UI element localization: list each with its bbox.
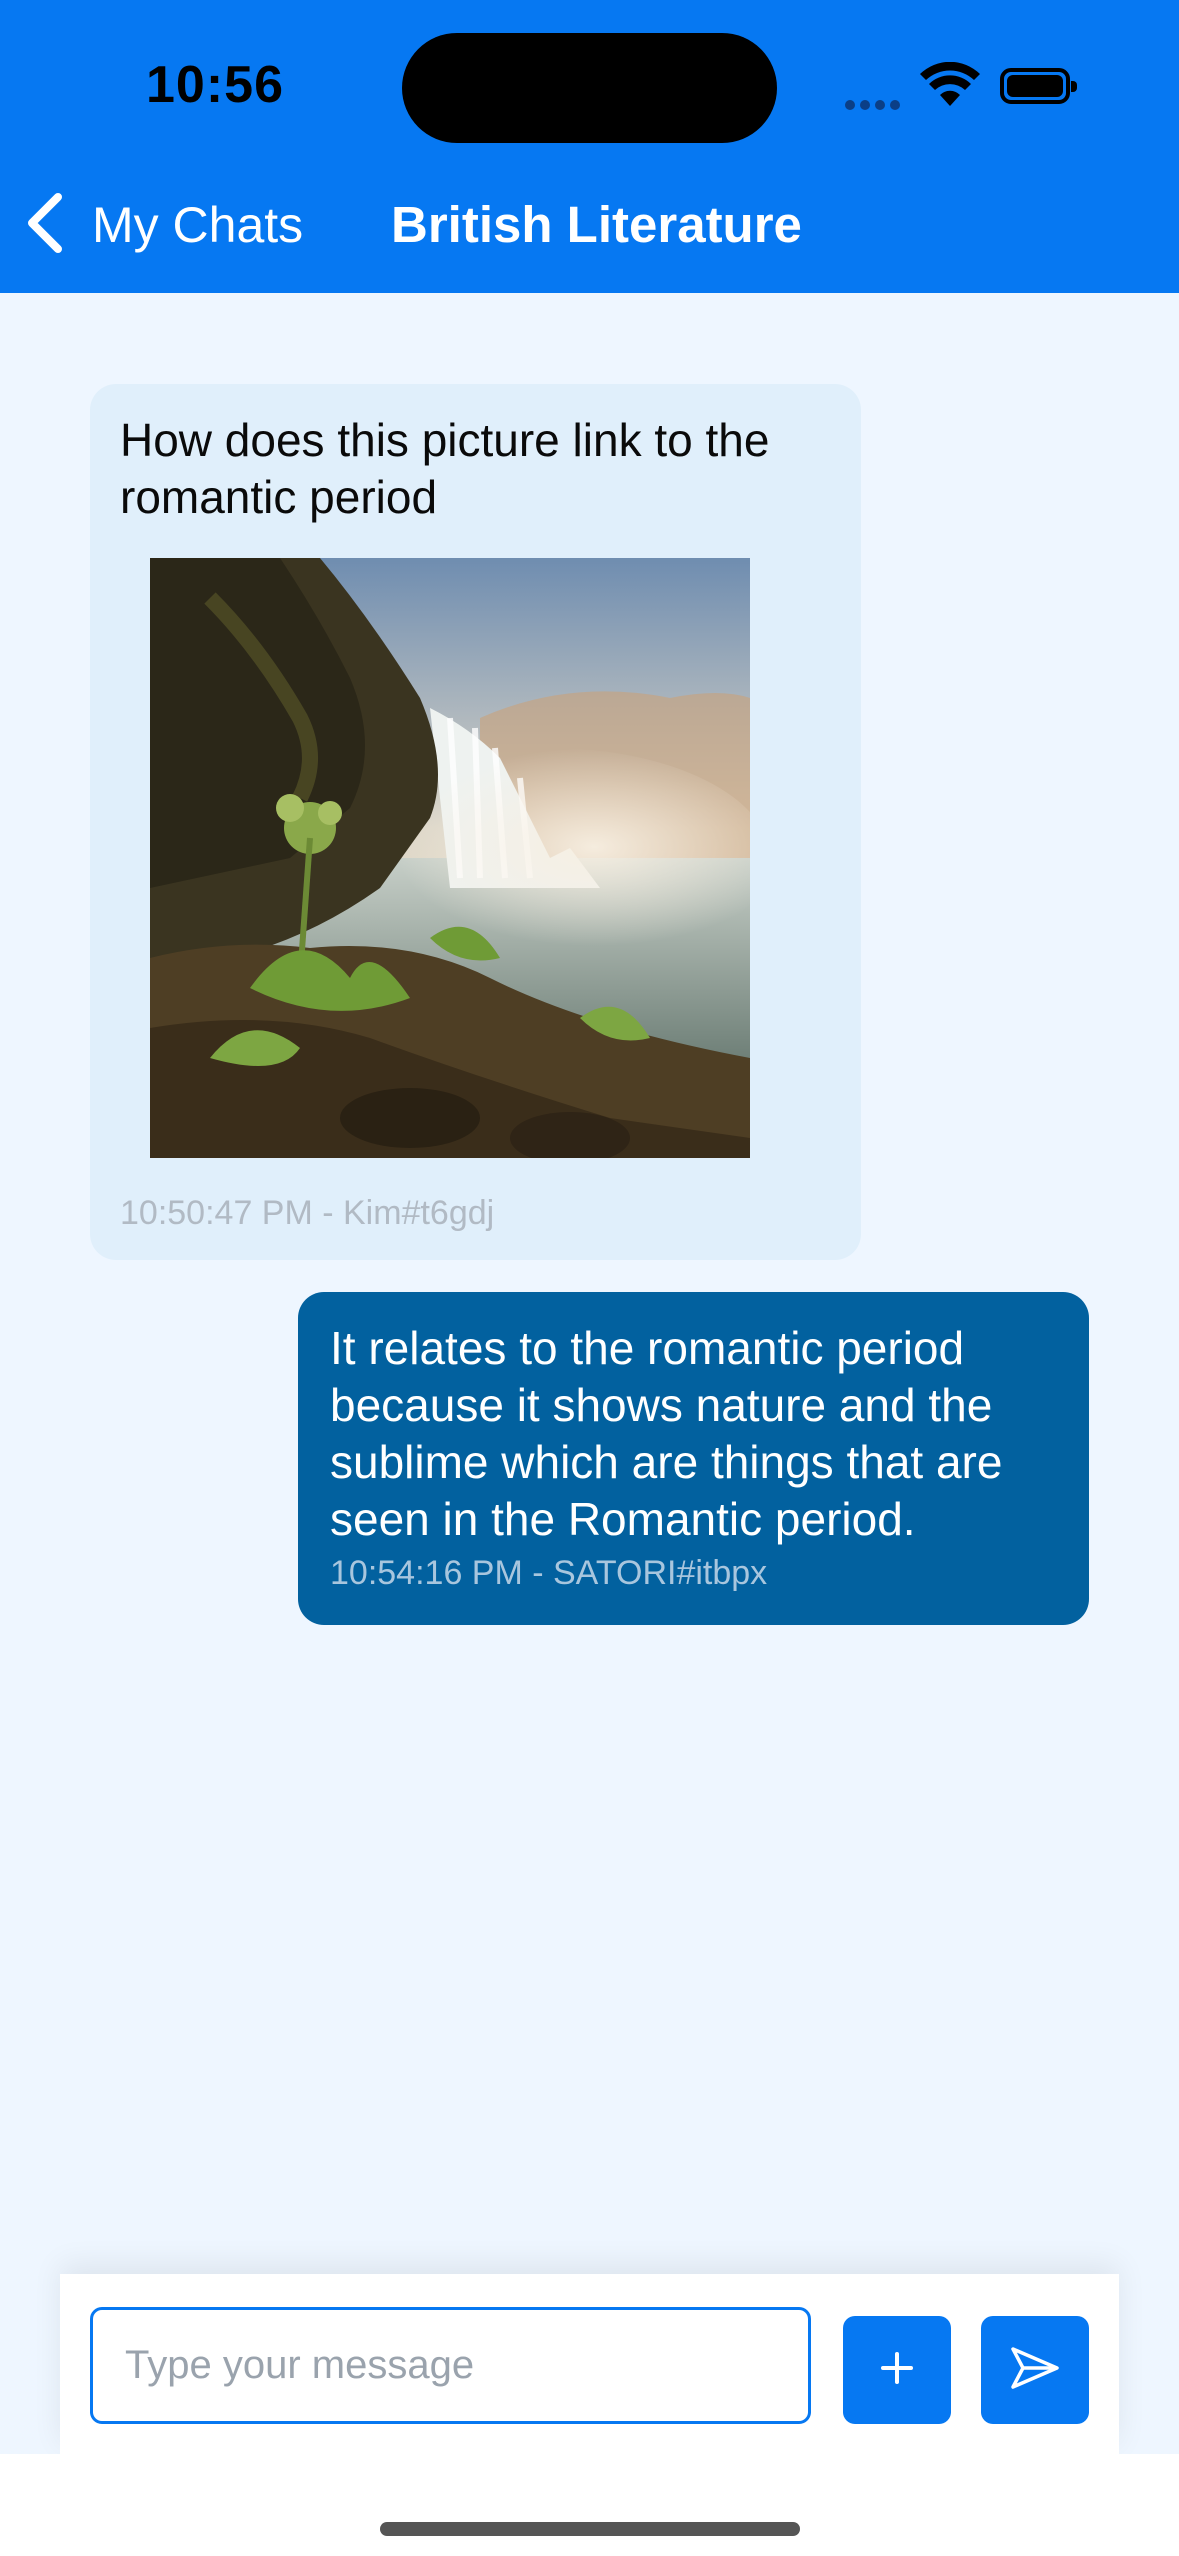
cellular-signal-icon xyxy=(845,97,905,115)
add-attachment-button[interactable] xyxy=(843,2316,951,2424)
chat-title: British Literature xyxy=(391,196,802,253)
home-indicator[interactable] xyxy=(380,2522,800,2536)
status-time: 10:56 xyxy=(146,56,284,114)
message-text: It relates to the romantic period becaus… xyxy=(330,1322,1003,1545)
outgoing-message-bubble: It relates to the romantic period becaus… xyxy=(298,1292,1089,1625)
message-meta: 10:50:47 PM - Kim#t6gdj xyxy=(120,1194,495,1232)
message-meta: 10:54:16 PM - SATORI#itbpx xyxy=(330,1554,768,1592)
back-label: My Chats xyxy=(92,197,304,253)
app-header: 10:56 My Chats British Literature xyxy=(0,0,1179,293)
wifi-icon xyxy=(920,61,980,113)
chevron-left-icon xyxy=(22,191,68,260)
battery-icon xyxy=(1000,68,1077,104)
dynamic-island xyxy=(402,33,777,143)
message-input[interactable]: Type your message xyxy=(90,2307,811,2424)
back-button[interactable]: My Chats xyxy=(22,190,303,260)
message-image[interactable] xyxy=(150,558,750,1158)
bottom-safe-area xyxy=(0,2454,1179,2556)
incoming-message-bubble: How does this picture link to the romant… xyxy=(90,384,861,1260)
message-composer: Type your message xyxy=(60,2274,1119,2454)
plus-icon xyxy=(877,2348,917,2393)
send-button[interactable] xyxy=(981,2316,1089,2424)
send-icon xyxy=(1009,2345,1061,2396)
message-text: How does this picture link to the romant… xyxy=(120,414,770,523)
